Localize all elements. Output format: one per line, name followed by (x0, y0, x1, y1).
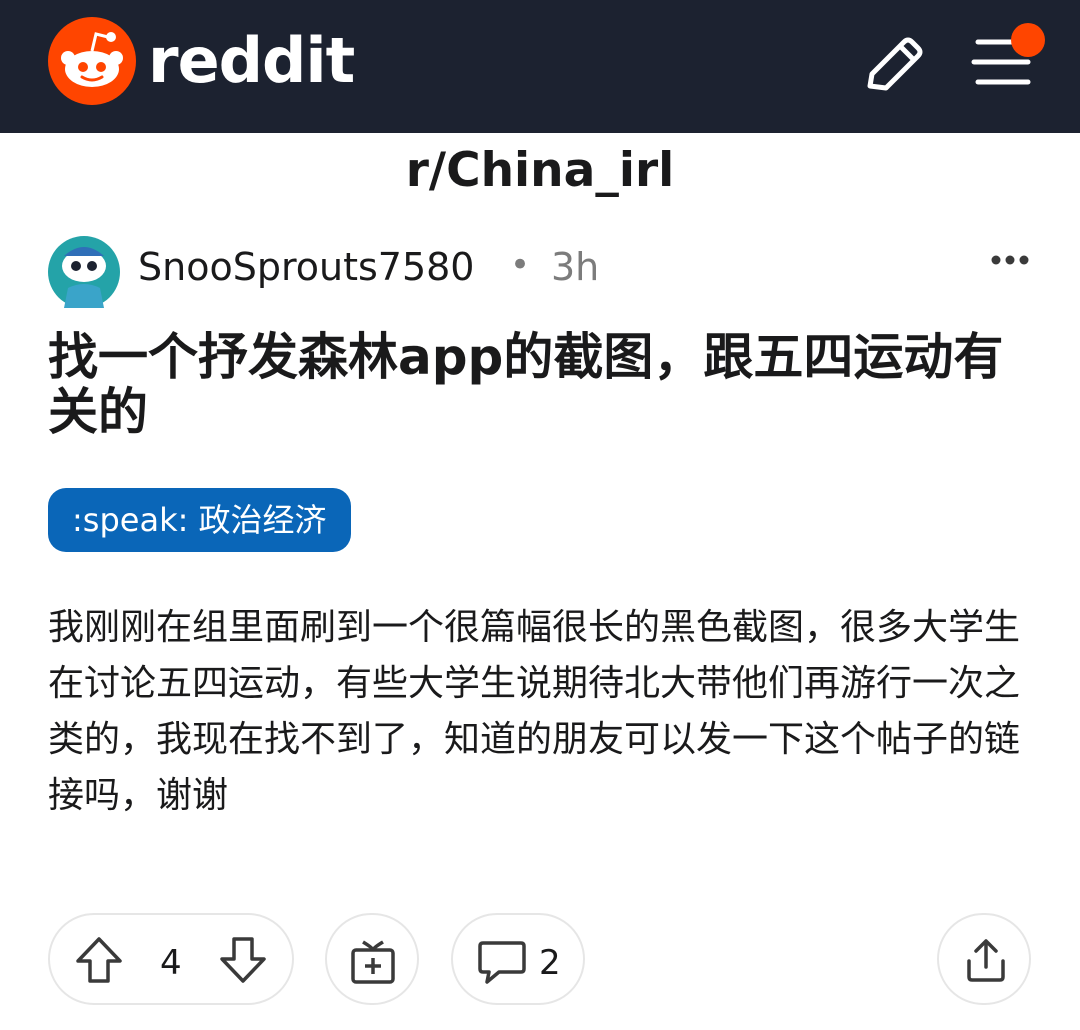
top-navigation-bar: reddit (0, 0, 1080, 133)
subreddit-name[interactable]: r/China_irl (0, 143, 1080, 198)
post-author[interactable]: SnooSprouts7580 (138, 245, 474, 289)
meta-separator: • (510, 245, 531, 285)
downvote-icon[interactable] (218, 935, 268, 985)
more-options-icon[interactable] (982, 236, 1038, 284)
share-icon (967, 939, 1005, 982)
post-flair[interactable]: :speak: 政治经济 (48, 488, 351, 552)
notification-dot-icon (1011, 23, 1045, 57)
comment-bubble-icon (478, 941, 526, 984)
share-button[interactable] (937, 913, 1031, 1005)
award-button[interactable] (325, 913, 419, 1005)
reddit-snoo-logo-icon[interactable] (48, 17, 136, 105)
upvote-icon[interactable] (74, 935, 124, 985)
pencil-icon[interactable] (860, 34, 926, 94)
reddit-wordmark[interactable]: reddit (148, 24, 355, 97)
post-title[interactable]: 找一个抒发森林app的截图，跟五四运动有关的 (48, 330, 1038, 440)
comments-button[interactable]: 2 (451, 913, 585, 1005)
post-body: 我刚刚在组里面刷到一个很篇幅很长的黑色截图，很多大学生在讨论五四运动，有些大学生… (48, 607, 1021, 816)
post-time: 3h (551, 245, 600, 289)
vote-count: 4 (160, 943, 182, 983)
vote-bar: 4 (48, 913, 294, 1005)
user-avatar-icon[interactable] (48, 236, 120, 308)
hamburger-menu-icon[interactable] (968, 20, 1048, 92)
gift-award-icon (351, 940, 395, 984)
comment-count: 2 (539, 943, 561, 983)
